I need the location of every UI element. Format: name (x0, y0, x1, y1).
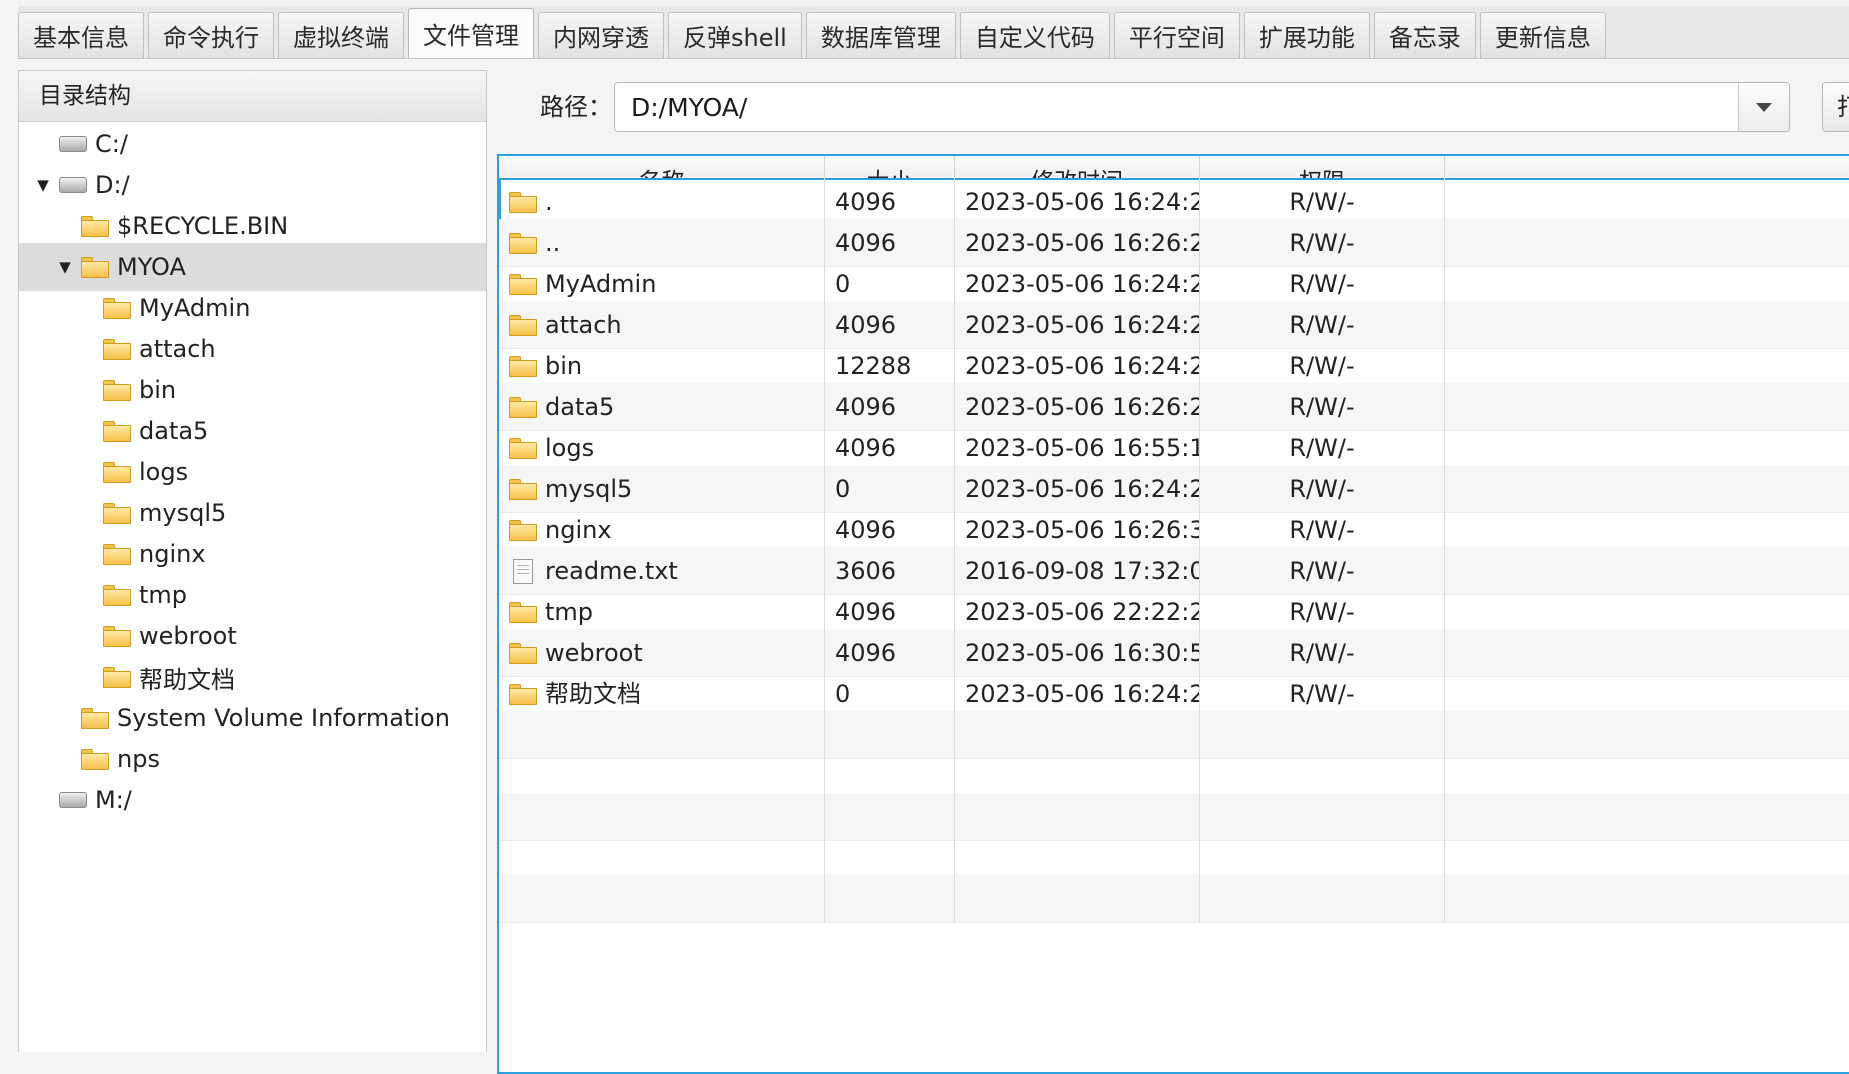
tree-node-label: mysql5 (139, 499, 227, 527)
folder-icon (509, 355, 537, 377)
tree-node-label: nginx (139, 540, 206, 568)
directory-tree-panel: 目录结构 C:/ ▼ D:/ $RECYCLE.BIN ▼ MYOA MyAdmin atta… (18, 70, 487, 1052)
tree-node-label: bin (139, 376, 177, 404)
tree-node-label: M:/ (95, 786, 132, 814)
folder-icon (103, 297, 131, 319)
table-cell-name (499, 875, 825, 923)
folder-icon (103, 338, 131, 360)
folder-icon (509, 314, 537, 336)
folder-icon (509, 642, 537, 664)
path-dropdown-button[interactable] (1738, 83, 1789, 131)
drive-icon (59, 177, 87, 193)
tree-node[interactable]: M:/ (19, 776, 486, 824)
tree-node-label: tmp (139, 581, 188, 609)
tab-10[interactable]: 备忘录 (1373, 12, 1476, 58)
table-cell-size (825, 875, 955, 923)
tab-2[interactable]: 虚拟终端 (278, 12, 404, 58)
tree-node-label: 帮助文档 (139, 665, 235, 694)
table-cell-perm (1200, 875, 1445, 923)
expand-triangle-icon[interactable]: ▼ (33, 176, 53, 194)
folder-icon (103, 666, 131, 688)
main-tab-bar: 基本信息 命令执行 虚拟终端 文件管理 内网穿透 反弹shell 数据库管理 自定义代码 平行空… (18, 6, 1849, 59)
tab-6[interactable]: 数据库管理 (805, 12, 956, 58)
tree-node-label: attach (139, 335, 216, 363)
tree-node-label: webroot (139, 622, 237, 650)
folder-icon (81, 256, 109, 278)
folder-icon (103, 461, 131, 483)
folder-icon (103, 502, 131, 524)
folder-icon (81, 707, 109, 729)
directory-tree-title: 目录结构 (19, 71, 486, 122)
folder-icon (509, 273, 537, 295)
folder-icon (103, 379, 131, 401)
folder-icon (103, 625, 131, 647)
tab-4[interactable]: 内网穿透 (538, 12, 664, 58)
file-table: 名称大小修改时间权限.40962023-05-06 16:24:23R/W/-.… (497, 154, 1849, 1074)
empty-table-row (499, 875, 1849, 923)
tab-1[interactable]: 命令执行 (148, 12, 274, 58)
chevron-down-icon (1756, 102, 1772, 112)
tab-0[interactable]: 基本信息 (18, 12, 144, 58)
folder-icon (103, 420, 131, 442)
tree-node-label: logs (139, 458, 189, 486)
tree-node-label: nps (117, 745, 160, 773)
drive-icon (59, 136, 87, 152)
folder-icon (509, 191, 537, 213)
drive-icon (59, 792, 87, 808)
folder-icon (81, 215, 109, 237)
directory-tree: C:/ ▼ D:/ $RECYCLE.BIN ▼ MYOA MyAdmin attach bin… (19, 122, 486, 1052)
folder-icon (103, 584, 131, 606)
tree-node-label: data5 (139, 417, 209, 445)
open-path-button[interactable]: 打开 (1822, 82, 1849, 132)
tree-node-label: $RECYCLE.BIN (117, 212, 289, 240)
file-icon (513, 558, 533, 584)
tab-11[interactable]: 更新信息 (1479, 12, 1606, 58)
tree-node-label: C:/ (95, 130, 128, 158)
folder-icon (509, 437, 537, 459)
folder-icon (509, 601, 537, 623)
folder-icon (509, 519, 537, 541)
path-combobox (614, 82, 1790, 132)
folder-icon (103, 543, 131, 565)
tab-8[interactable]: 平行空间 (1113, 12, 1240, 58)
folder-icon (509, 232, 537, 254)
path-input[interactable] (615, 83, 1738, 131)
table-cell-mtime (955, 875, 1200, 923)
path-label: 路径： (540, 93, 612, 121)
folder-icon (81, 748, 109, 770)
tree-node-label: System Volume Information (117, 704, 450, 732)
tab-7[interactable]: 自定义代码 (959, 12, 1110, 58)
tab-9[interactable]: 扩展功能 (1243, 12, 1370, 58)
tab-3[interactable]: 文件管理 (408, 8, 534, 58)
expand-triangle-icon[interactable]: ▼ (55, 258, 75, 276)
tree-node-label: MYOA (117, 253, 186, 281)
tree-node-label: D:/ (95, 171, 130, 199)
folder-icon (509, 478, 537, 500)
tab-5[interactable]: 反弹shell (668, 12, 802, 58)
folder-icon (509, 396, 537, 418)
tree-node-label: MyAdmin (139, 294, 251, 322)
table-cell-extra (1445, 875, 1849, 923)
folder-icon (509, 683, 537, 705)
